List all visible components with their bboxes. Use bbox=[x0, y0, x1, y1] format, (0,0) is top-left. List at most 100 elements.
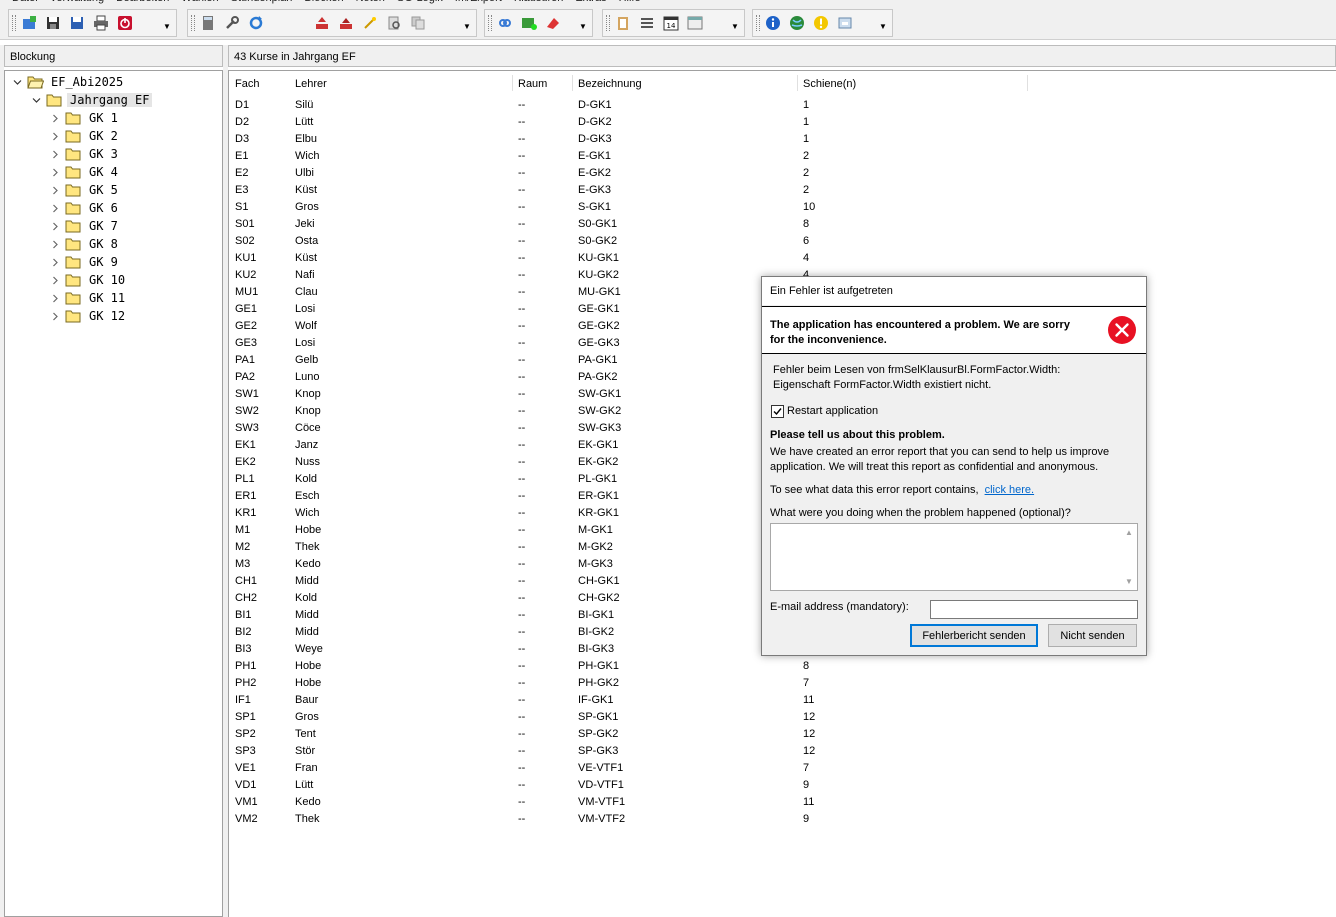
table-cell[interactable]: GE-GK1 bbox=[578, 303, 620, 315]
table-cell[interactable]: M1 bbox=[235, 524, 250, 536]
toolbar-dropdown-chevron-icon[interactable]: ▼ bbox=[576, 12, 590, 34]
table-cell[interactable]: 12 bbox=[803, 745, 815, 757]
new-database-icon[interactable] bbox=[18, 12, 40, 34]
table-cell[interactable]: SW3 bbox=[235, 422, 259, 434]
table-cell[interactable]: VM2 bbox=[235, 813, 258, 825]
scroll-up-icon[interactable]: ▲ bbox=[1125, 528, 1133, 537]
table-cell[interactable]: Nuss bbox=[295, 456, 320, 468]
table-cell[interactable]: 9 bbox=[803, 813, 809, 825]
table-cell[interactable]: -- bbox=[518, 388, 525, 400]
table-cell[interactable]: S02 bbox=[235, 235, 255, 247]
column-header[interactable]: Schiene(n) bbox=[803, 78, 856, 90]
table-cell[interactable]: -- bbox=[518, 745, 525, 757]
column-divider[interactable] bbox=[797, 75, 798, 91]
add-image-icon[interactable] bbox=[518, 12, 540, 34]
table-cell[interactable]: 11 bbox=[803, 694, 814, 706]
table-cell[interactable]: BI3 bbox=[235, 643, 252, 655]
table-cell[interactable]: -- bbox=[518, 133, 525, 145]
table-cell[interactable]: KU1 bbox=[235, 252, 256, 264]
table-cell[interactable]: Nafi bbox=[295, 269, 315, 281]
table-cell[interactable]: E-GK3 bbox=[578, 184, 611, 196]
doing-textarea[interactable]: ▲ ▼ bbox=[770, 523, 1138, 591]
table-cell[interactable]: Hobe bbox=[295, 660, 321, 672]
tree-item-gk[interactable]: GK 9 bbox=[49, 253, 121, 271]
tree-item-gk[interactable]: GK 7 bbox=[49, 217, 121, 235]
table-cell[interactable]: -- bbox=[518, 354, 525, 366]
chevron-right-icon[interactable] bbox=[49, 166, 61, 178]
toolbar-dropdown-chevron-icon[interactable]: ▼ bbox=[460, 12, 474, 34]
table-cell[interactable]: -- bbox=[518, 422, 525, 434]
chevron-right-icon[interactable] bbox=[49, 202, 61, 214]
table-cell[interactable]: -- bbox=[518, 541, 525, 553]
chevron-right-icon[interactable] bbox=[49, 256, 61, 268]
table-cell[interactable]: Ulbi bbox=[295, 167, 314, 179]
table-cell[interactable]: Wich bbox=[295, 507, 319, 519]
table-cell[interactable]: Knop bbox=[295, 405, 321, 417]
table-cell[interactable]: 1 bbox=[803, 116, 809, 128]
warning-icon[interactable] bbox=[810, 12, 832, 34]
table-cell[interactable]: ER-GK1 bbox=[578, 490, 619, 502]
eraser-icon[interactable] bbox=[542, 12, 564, 34]
wrench-icon[interactable] bbox=[221, 12, 243, 34]
table-cell[interactable]: PA-GK2 bbox=[578, 371, 618, 383]
table-cell[interactable]: D2 bbox=[235, 116, 249, 128]
table-cell[interactable]: -- bbox=[518, 252, 525, 264]
table-cell[interactable]: Stör bbox=[295, 745, 315, 757]
table-cell[interactable]: -- bbox=[518, 592, 525, 604]
table-cell[interactable]: 1 bbox=[803, 99, 809, 111]
table-cell[interactable]: 7 bbox=[803, 677, 809, 689]
table-cell[interactable]: GE1 bbox=[235, 303, 257, 315]
table-cell[interactable]: PH1 bbox=[235, 660, 256, 672]
column-header[interactable]: Raum bbox=[518, 78, 547, 90]
magic-wand-icon[interactable] bbox=[359, 12, 381, 34]
table-cell[interactable]: D-GK2 bbox=[578, 116, 612, 128]
table-cell[interactable]: Küst bbox=[295, 184, 317, 196]
table-cell[interactable]: EK-GK1 bbox=[578, 439, 618, 451]
dialog-window-icon[interactable] bbox=[834, 12, 856, 34]
table-cell[interactable]: Kold bbox=[295, 473, 317, 485]
table-cell[interactable]: Hobe bbox=[295, 677, 321, 689]
table-cell[interactable]: VM1 bbox=[235, 796, 258, 808]
column-header[interactable]: Lehrer bbox=[295, 78, 327, 90]
table-cell[interactable]: Jeki bbox=[295, 218, 315, 230]
table-cell[interactable]: Midd bbox=[295, 626, 319, 638]
table-cell[interactable]: -- bbox=[518, 677, 525, 689]
table-cell[interactable]: 6 bbox=[803, 235, 809, 247]
table-cell[interactable]: Baur bbox=[295, 694, 318, 706]
table-cell[interactable]: -- bbox=[518, 303, 525, 315]
column-divider[interactable] bbox=[572, 75, 573, 91]
table-cell[interactable]: -- bbox=[518, 711, 525, 723]
link-icon[interactable] bbox=[494, 12, 516, 34]
table-cell[interactable]: 2 bbox=[803, 167, 809, 179]
table-cell[interactable]: -- bbox=[518, 405, 525, 417]
tree-item-gk[interactable]: GK 8 bbox=[49, 235, 121, 253]
table-cell[interactable]: 1 bbox=[803, 133, 809, 145]
table-cell[interactable]: VE-VTF1 bbox=[578, 762, 623, 774]
table-cell[interactable]: PA-GK1 bbox=[578, 354, 618, 366]
table-cell[interactable]: BI1 bbox=[235, 609, 252, 621]
table-cell[interactable]: VM-VTF1 bbox=[578, 796, 625, 808]
table-cell[interactable]: PA1 bbox=[235, 354, 255, 366]
preview-icon[interactable] bbox=[383, 12, 405, 34]
toolbar-dropdown-chevron-icon[interactable]: ▼ bbox=[160, 12, 174, 34]
copy-icon[interactable] bbox=[407, 12, 429, 34]
table-cell[interactable]: SW-GK3 bbox=[578, 422, 621, 434]
table-cell[interactable]: M2 bbox=[235, 541, 250, 553]
tree-item-gk[interactable]: GK 3 bbox=[49, 145, 121, 163]
table-cell[interactable]: KU-GK1 bbox=[578, 252, 619, 264]
table-cell[interactable]: VD-VTF1 bbox=[578, 779, 624, 791]
table-cell[interactable]: KU2 bbox=[235, 269, 256, 281]
dont-send-button[interactable]: Nicht senden bbox=[1048, 624, 1137, 647]
table-cell[interactable]: BI2 bbox=[235, 626, 252, 638]
table-cell[interactable]: E-GK1 bbox=[578, 150, 611, 162]
table-cell[interactable]: -- bbox=[518, 694, 525, 706]
table-cell[interactable]: KR1 bbox=[235, 507, 256, 519]
table-cell[interactable]: SP1 bbox=[235, 711, 256, 723]
table-cell[interactable]: -- bbox=[518, 762, 525, 774]
table-cell[interactable]: Wolf bbox=[295, 320, 317, 332]
table-cell[interactable]: D1 bbox=[235, 99, 249, 111]
table-cell[interactable]: 12 bbox=[803, 728, 815, 740]
column-header[interactable]: Fach bbox=[235, 78, 259, 90]
chevron-right-icon[interactable] bbox=[49, 220, 61, 232]
table-cell[interactable]: D-GK3 bbox=[578, 133, 612, 145]
